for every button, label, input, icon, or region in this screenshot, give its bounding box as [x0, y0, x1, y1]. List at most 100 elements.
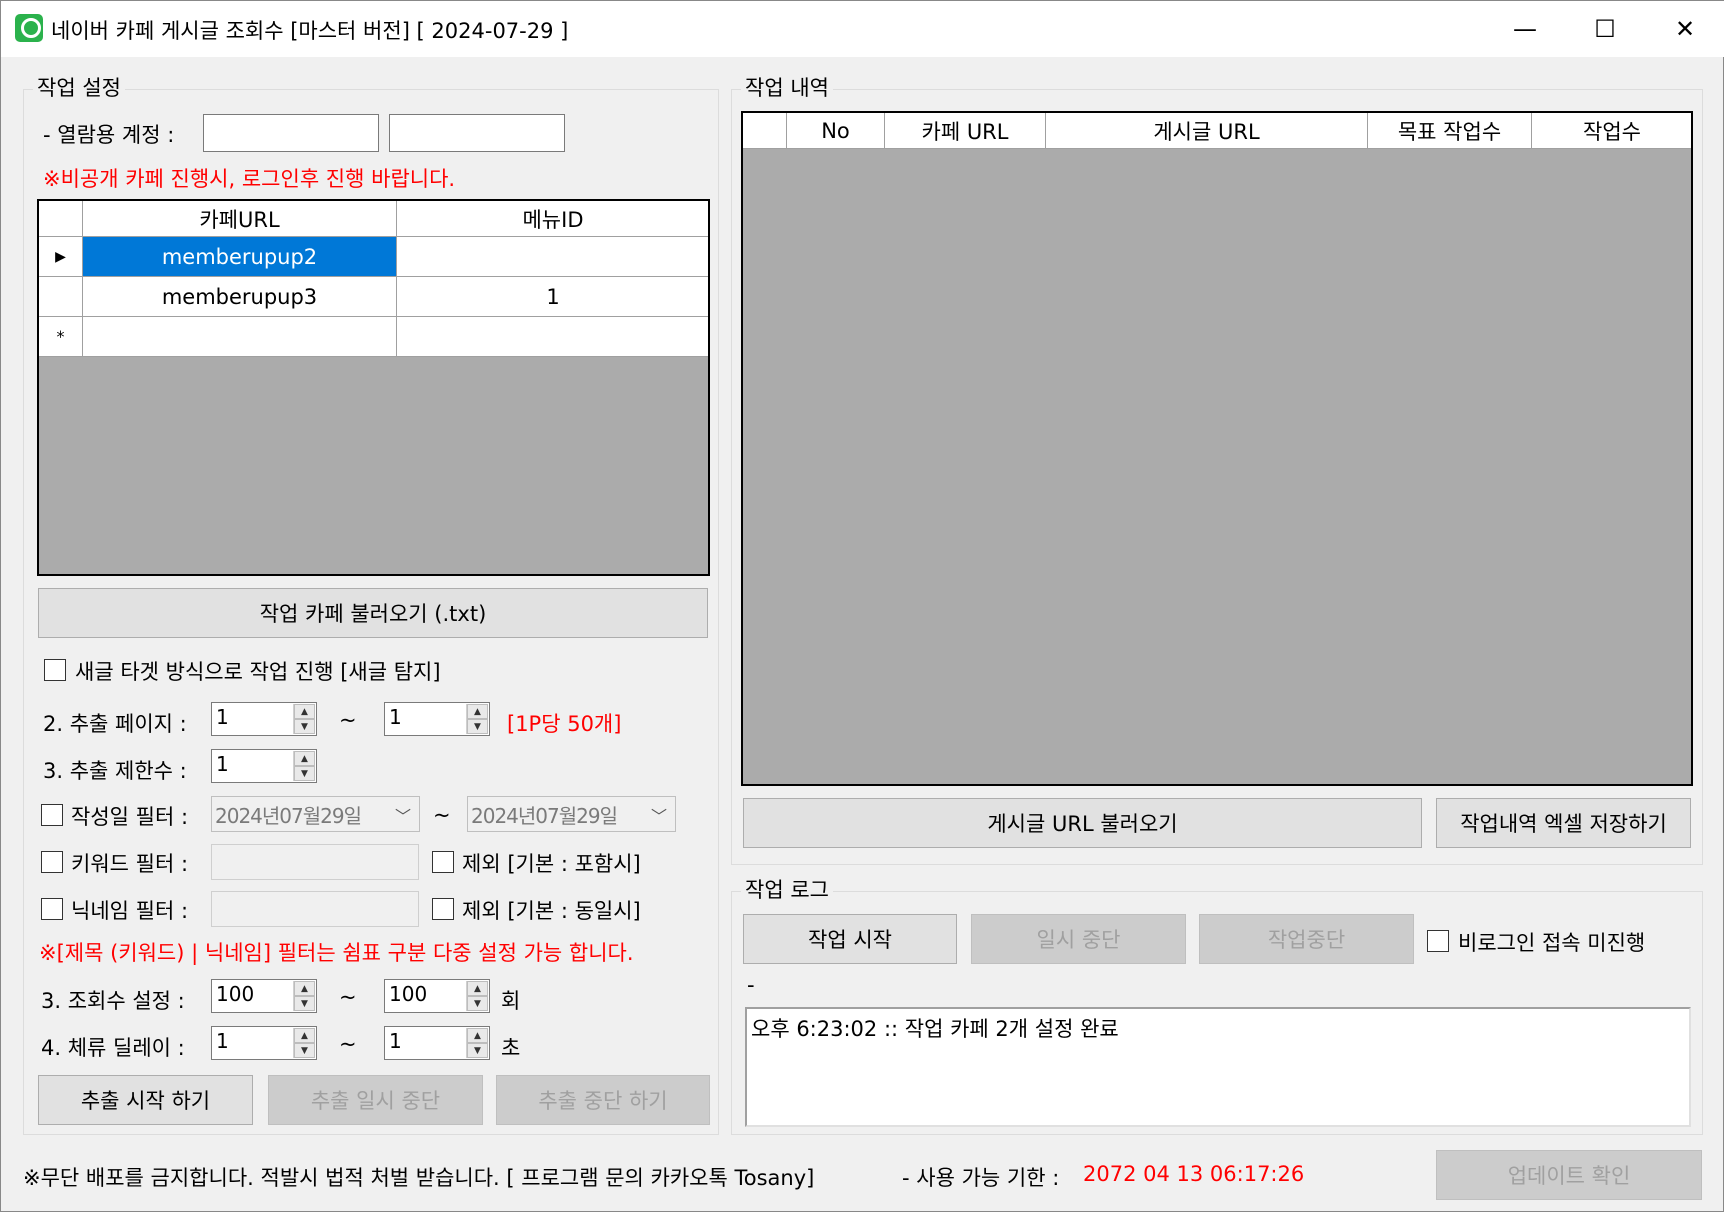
column-header-post-url[interactable]: 게시글 URL	[1046, 113, 1368, 149]
date-to-picker[interactable]: 2024년07월29일 ﹀	[467, 796, 676, 832]
grid-corner-header	[39, 201, 83, 237]
stepper-up-icon[interactable]: ▲	[294, 704, 315, 719]
stepper-up-icon[interactable]: ▲	[294, 1028, 315, 1043]
column-header-work-count[interactable]: 작업수	[1532, 113, 1691, 149]
private-cafe-notice: ※비공개 카페 진행시, 로그인후 진행 바랍니다.	[43, 167, 456, 191]
stepper-value: 1	[216, 752, 229, 776]
table-cell-cafe-url[interactable]: memberupup2	[83, 237, 397, 277]
new-post-target-label: 새글 타겟 방식으로 작업 진행 [새글 탐지]	[75, 660, 441, 684]
date-from-picker[interactable]: 2024년07월29일 ﹀	[211, 796, 420, 832]
range-tilde: ~	[339, 708, 357, 732]
chevron-down-icon[interactable]: ﹀	[651, 803, 667, 827]
expiry-label: - 사용 가능 기한 :	[902, 1166, 1060, 1190]
table-cell-cafe-url[interactable]: memberupup3	[83, 277, 397, 317]
account-password-input[interactable]	[389, 114, 565, 152]
start-work-button[interactable]: 작업 시작	[743, 914, 957, 964]
no-login-label: 비로그인 접속 미진행	[1458, 931, 1646, 955]
stepper-value: 100	[389, 982, 428, 1006]
range-tilde: ~	[339, 985, 357, 1009]
stepper-up-icon[interactable]: ▲	[467, 981, 488, 996]
stepper-down-icon[interactable]: ▼	[294, 719, 315, 734]
stepper-up-icon[interactable]: ▲	[294, 981, 315, 996]
stepper-down-icon[interactable]: ▼	[294, 766, 315, 781]
delay-to-stepper[interactable]: 1 ▲ ▼	[384, 1026, 490, 1060]
stepper-up-icon[interactable]: ▲	[467, 704, 488, 719]
no-login-checkbox[interactable]	[1427, 930, 1449, 952]
date-to-value: 2024년07월29일	[471, 804, 618, 828]
nickname-filter-checkbox[interactable]	[41, 898, 63, 920]
save-excel-button[interactable]: 작업내역 엑셀 저장하기	[1436, 798, 1691, 848]
stepper-up-icon[interactable]: ▲	[467, 1028, 488, 1043]
per-page-note: [1P당 50개]	[507, 712, 622, 736]
table-cell-menu-id[interactable]	[397, 237, 708, 277]
column-header-menu-id[interactable]: 메뉴ID	[397, 201, 708, 237]
table-cell-menu-id[interactable]: 1	[397, 277, 708, 317]
view-count-to-stepper[interactable]: 100 ▲ ▼	[384, 979, 490, 1013]
close-button[interactable]: ✕	[1645, 1, 1724, 57]
column-header-no[interactable]: No	[787, 113, 885, 149]
stepper-down-icon[interactable]: ▼	[294, 1043, 315, 1058]
column-header-cafe-url[interactable]: 카페 URL	[885, 113, 1046, 149]
app-logo-icon	[15, 14, 43, 42]
range-tilde: ~	[433, 803, 451, 827]
column-header-target-count[interactable]: 목표 작업수	[1368, 113, 1532, 149]
log-status-text: -	[747, 973, 755, 997]
history-grid[interactable]: No 카페 URL 게시글 URL 목표 작업수 작업수	[741, 111, 1693, 786]
account-id-input[interactable]	[203, 114, 379, 152]
keyword-input[interactable]	[211, 844, 419, 880]
nickname-exclude-checkbox[interactable]	[432, 898, 454, 920]
date-filter-label: 작성일 필터 :	[71, 805, 189, 829]
extract-page-to-stepper[interactable]: 1 ▲ ▼	[384, 702, 490, 736]
extract-page-from-stepper[interactable]: 1 ▲ ▼	[211, 702, 317, 736]
keyword-exclude-label: 제외 [기본 : 포함시]	[462, 852, 641, 876]
pause-extract-button[interactable]: 추출 일시 중단	[268, 1075, 483, 1125]
load-cafe-button[interactable]: 작업 카페 불러오기 (.txt)	[38, 588, 708, 638]
keyword-filter-checkbox[interactable]	[41, 851, 63, 873]
cafe-grid[interactable]: 카페URL 메뉴ID ▶ memberupup2 memberupup3 1 *	[37, 199, 710, 576]
row-selector[interactable]	[39, 277, 83, 317]
stepper-value: 1	[389, 705, 402, 729]
history-group-label: 작업 내역	[741, 72, 833, 102]
maximize-button[interactable]: ☐	[1565, 1, 1645, 57]
stepper-down-icon[interactable]: ▼	[467, 996, 488, 1011]
stepper-value: 100	[216, 982, 255, 1006]
delay-label: 4. 체류 딜레이 :	[41, 1036, 185, 1060]
load-posts-button[interactable]: 게시글 URL 불러오기	[743, 798, 1422, 848]
keyword-filter-label: 키워드 필터 :	[71, 852, 189, 876]
start-extract-button[interactable]: 추출 시작 하기	[38, 1075, 253, 1125]
pause-work-button[interactable]: 일시 중단	[971, 914, 1186, 964]
title-bar[interactable]: 네이버 카페 게시글 조회수 [마스터 버전] [ 2024-07-29 ] —…	[1, 1, 1724, 57]
table-cell-menu-id[interactable]	[397, 317, 708, 357]
date-from-value: 2024년07월29일	[215, 804, 362, 828]
stepper-up-icon[interactable]: ▲	[294, 751, 315, 766]
grid-corner-header	[743, 113, 787, 149]
expiry-value: 2072 04 13 06:17:26	[1083, 1162, 1305, 1186]
footer-notice: ※무단 배포를 금지합니다. 적발시 법적 처벌 받습니다. [ 프로그램 문의…	[23, 1166, 815, 1190]
view-count-unit: 회	[501, 989, 521, 1013]
view-count-from-stepper[interactable]: 100 ▲ ▼	[211, 979, 317, 1013]
stop-work-button[interactable]: 작업중단	[1199, 914, 1414, 964]
stepper-down-icon[interactable]: ▼	[467, 1043, 488, 1058]
update-check-button[interactable]: 업데이트 확인	[1436, 1150, 1702, 1200]
new-post-target-checkbox[interactable]	[44, 659, 66, 681]
stop-extract-button[interactable]: 추출 중단 하기	[496, 1075, 710, 1125]
extract-limit-stepper[interactable]: 1 ▲ ▼	[211, 749, 317, 783]
filter-notice: ※[제목 (키워드) | 닉네임] 필터는 쉼표 구분 다중 설정 가능 합니다…	[39, 941, 634, 965]
nickname-input[interactable]	[211, 891, 419, 927]
keyword-exclude-checkbox[interactable]	[432, 851, 454, 873]
column-header-cafe-url[interactable]: 카페URL	[83, 201, 397, 237]
stepper-down-icon[interactable]: ▼	[467, 719, 488, 734]
delay-from-stepper[interactable]: 1 ▲ ▼	[211, 1026, 317, 1060]
nickname-filter-label: 닉네임 필터 :	[71, 899, 189, 923]
date-filter-checkbox[interactable]	[41, 804, 63, 826]
table-cell-cafe-url[interactable]	[83, 317, 397, 357]
extract-limit-label: 3. 추출 제한수 :	[43, 759, 187, 783]
extract-page-label: 2. 추출 페이지 :	[43, 712, 187, 736]
log-textarea[interactable]: 오후 6:23:02 :: 작업 카페 2개 설정 완료	[745, 1007, 1691, 1127]
main-window: 네이버 카페 게시글 조회수 [마스터 버전] [ 2024-07-29 ] —…	[0, 0, 1724, 1212]
stepper-down-icon[interactable]: ▼	[294, 996, 315, 1011]
row-selector-new-icon[interactable]: *	[39, 317, 83, 357]
minimize-button[interactable]: —	[1485, 1, 1565, 57]
chevron-down-icon[interactable]: ﹀	[395, 803, 411, 827]
row-selector-current-icon[interactable]: ▶	[39, 237, 83, 277]
